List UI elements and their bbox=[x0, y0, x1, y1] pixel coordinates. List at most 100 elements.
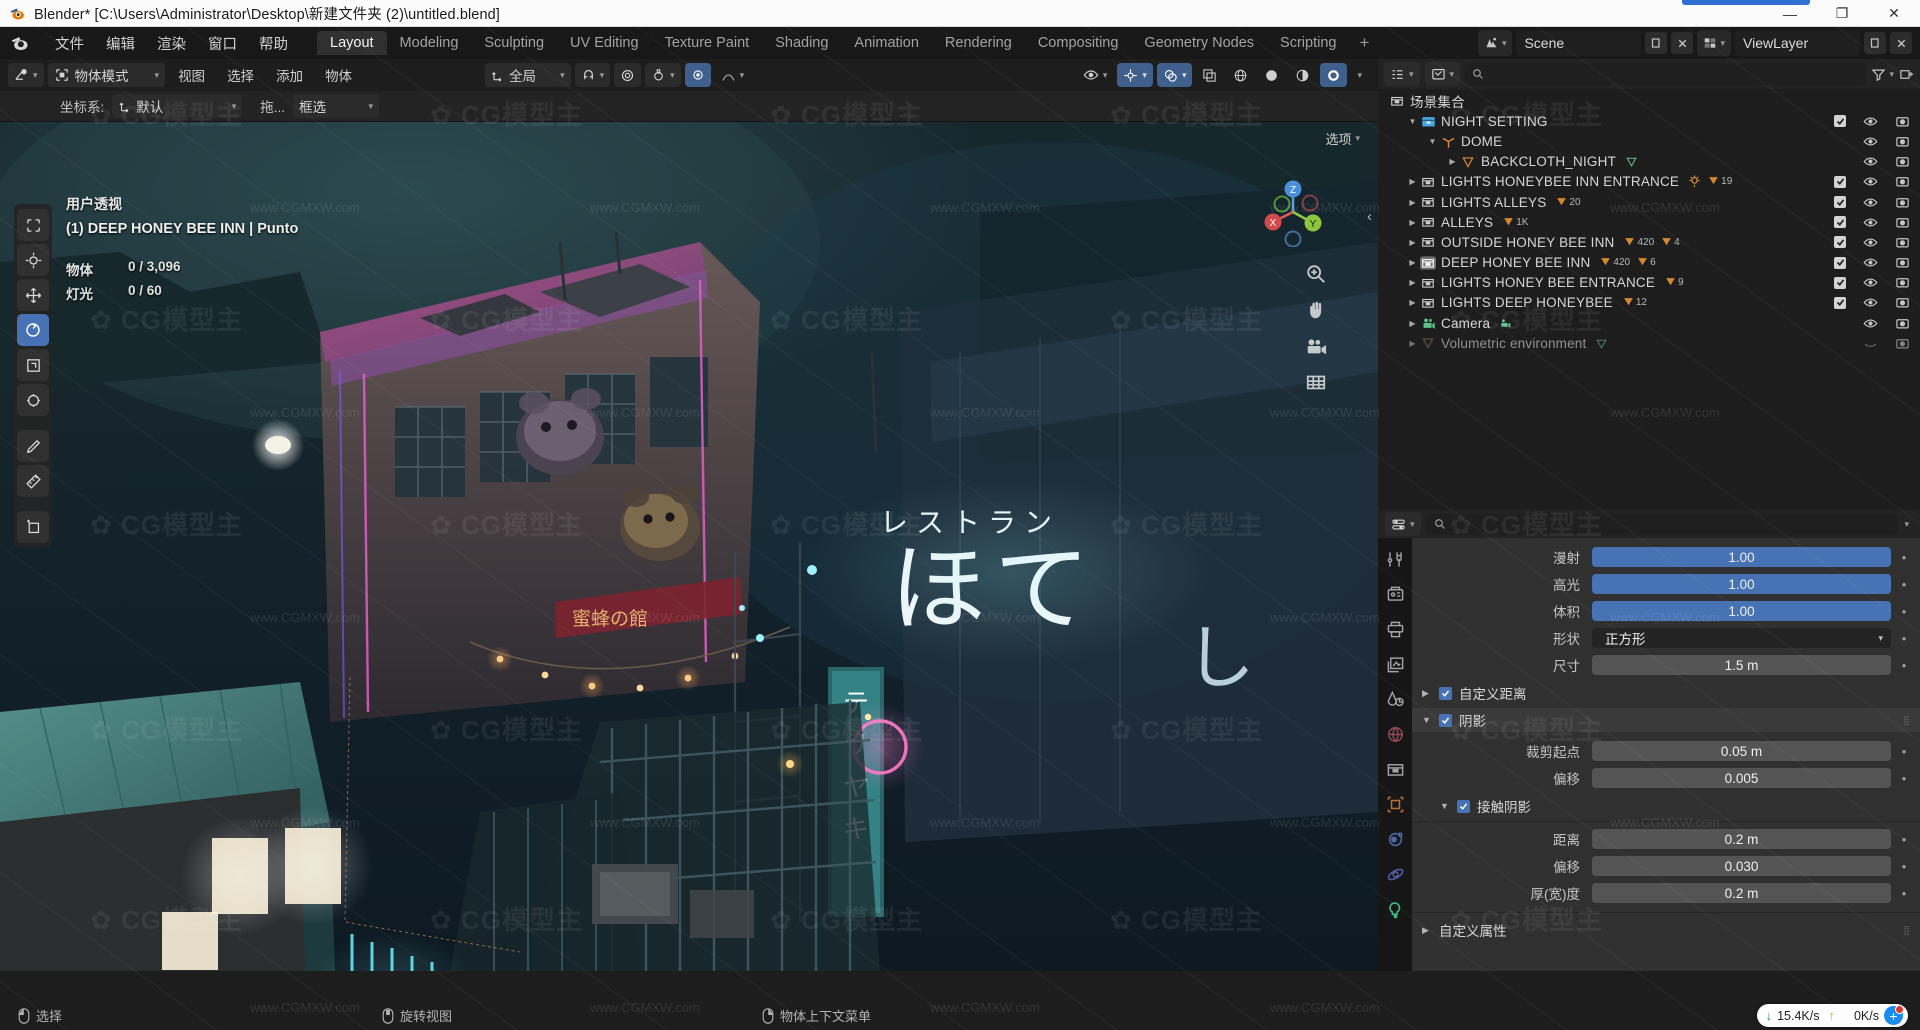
animate-property-dot-icon[interactable]: • bbox=[1898, 832, 1910, 847]
exclude-checkbox[interactable] bbox=[1834, 236, 1846, 249]
scene-browse-group[interactable]: ▾ bbox=[1477, 30, 1513, 56]
outliner-row[interactable]: ▶ LIGHTS ALLEYS 20 bbox=[1378, 192, 1920, 212]
contact-shadow-section-header[interactable]: ▼ 接触阴影 bbox=[1412, 795, 1920, 817]
viewport-options-popover[interactable]: 选项 ▾ bbox=[1325, 129, 1360, 148]
hide-in-viewport-eye-icon[interactable] bbox=[1863, 134, 1878, 149]
property-value-slider[interactable]: 1.00 bbox=[1592, 601, 1891, 621]
show-gizmo-button[interactable]: ▾ bbox=[1117, 63, 1153, 87]
custom-properties-section[interactable]: ▶ 自定义属性 ⣿ bbox=[1412, 919, 1920, 941]
outliner-display-mode[interactable]: ▾ bbox=[1424, 62, 1461, 86]
shading-rendered-button[interactable] bbox=[1320, 63, 1348, 87]
tab-tool-icon[interactable] bbox=[1384, 548, 1406, 570]
viewport-canvas[interactable]: レストラン ほて し テ リ ヤ キ 蜜蜂の館 bbox=[0, 122, 1378, 971]
outliner-row[interactable]: ▶ DEEP HONEY BEE INN 420 6 bbox=[1378, 253, 1920, 273]
exclude-checkbox[interactable] bbox=[1834, 317, 1846, 329]
disclosure-right-icon[interactable]: ▶ bbox=[1406, 319, 1419, 328]
tab-light-data-icon[interactable] bbox=[1384, 898, 1406, 920]
outliner-row[interactable]: ▶ BACKCLOTH_NIGHT bbox=[1378, 152, 1920, 172]
hide-in-viewport-eye-icon[interactable] bbox=[1863, 336, 1878, 351]
viewlayer-browse-group[interactable]: ▾ bbox=[1697, 30, 1731, 56]
tab-scene-icon[interactable] bbox=[1384, 688, 1406, 710]
editor-type-selector[interactable]: ▾ bbox=[8, 63, 44, 87]
properties-options-chevron[interactable]: ▾ bbox=[1904, 519, 1913, 530]
add-button-icon[interactable]: + bbox=[1884, 1005, 1904, 1025]
exclude-checkbox[interactable] bbox=[1834, 115, 1846, 128]
disable-in-renders-camera-icon[interactable] bbox=[1895, 215, 1910, 230]
hide-in-viewport-eye-icon[interactable] bbox=[1863, 255, 1878, 270]
tab-compositing[interactable]: Compositing bbox=[1025, 31, 1132, 55]
disclosure-right-icon[interactable]: ▶ bbox=[1446, 157, 1459, 166]
exclude-checkbox[interactable] bbox=[1834, 175, 1846, 188]
animate-property-dot-icon[interactable]: • bbox=[1898, 886, 1910, 901]
tab-output-icon[interactable] bbox=[1384, 618, 1406, 640]
tool-scale[interactable] bbox=[17, 349, 49, 381]
pan-hand-icon[interactable] bbox=[1304, 298, 1328, 322]
tool-cursor[interactable] bbox=[17, 244, 49, 276]
animate-property-dot-icon[interactable]: • bbox=[1898, 631, 1910, 646]
hide-in-viewport-eye-icon[interactable] bbox=[1863, 275, 1878, 290]
dropdown-chevron-icon[interactable]: ▾ bbox=[1878, 633, 1883, 644]
tool-tweak[interactable] bbox=[17, 209, 49, 241]
viewport-menu-add[interactable]: 添加 bbox=[267, 62, 312, 88]
hide-in-viewport-eye-icon[interactable] bbox=[1863, 114, 1878, 129]
disclosure-right-icon[interactable]: ▶ bbox=[1406, 198, 1419, 207]
tab-world-icon[interactable] bbox=[1384, 723, 1406, 745]
disable-in-renders-camera-icon[interactable] bbox=[1895, 336, 1910, 351]
tab-collection-icon[interactable] bbox=[1384, 758, 1406, 780]
disclosure-down-icon[interactable]: ▼ bbox=[1426, 137, 1439, 146]
tool-rotate[interactable] bbox=[17, 314, 49, 346]
custom-properties-triangle-icon[interactable]: ▶ bbox=[1422, 925, 1432, 936]
tab-animation[interactable]: Animation bbox=[841, 31, 931, 55]
outliner-editor-type[interactable]: ▾ bbox=[1384, 62, 1420, 86]
snap-magnet-button[interactable]: ▾ bbox=[574, 63, 611, 87]
outliner-row[interactable]: ▶ LIGHTS HONEY BEE ENTRANCE 9 bbox=[1378, 273, 1920, 293]
disable-in-renders-camera-icon[interactable] bbox=[1895, 134, 1910, 149]
unlink-scene-button[interactable] bbox=[1671, 32, 1694, 54]
shading-material-button[interactable] bbox=[1289, 63, 1316, 87]
blender-menu-icon[interactable] bbox=[10, 33, 30, 53]
maximize-button[interactable]: ❐ bbox=[1816, 0, 1868, 27]
navigation-gizmo[interactable]: Z X Y bbox=[1258, 177, 1328, 248]
properties-search-input[interactable] bbox=[1426, 513, 1899, 535]
show-overlays-button[interactable]: ▾ bbox=[1156, 63, 1193, 87]
shadow-triangle-icon[interactable]: ▼ bbox=[1422, 715, 1432, 725]
exclude-checkbox[interactable] bbox=[1834, 135, 1846, 147]
menu-help[interactable]: 帮助 bbox=[249, 30, 298, 57]
close-button[interactable]: ✕ bbox=[1868, 0, 1920, 27]
scene-name-field[interactable]: Scene bbox=[1516, 30, 1642, 56]
menu-render[interactable]: 渲染 bbox=[147, 30, 196, 57]
disclosure-down-icon[interactable]: ▼ bbox=[1406, 117, 1419, 126]
viewlayer-name-field[interactable]: ViewLayer bbox=[1735, 30, 1860, 56]
tab-viewlayer-icon[interactable] bbox=[1384, 653, 1406, 675]
sidebar-collapse-arrow[interactable]: ‹ bbox=[1367, 208, 1372, 225]
outliner-row[interactable]: ▼ NIGHT SETTING bbox=[1378, 111, 1920, 131]
outliner-root-row[interactable]: 场景集合 bbox=[1378, 91, 1920, 111]
exclude-checkbox[interactable] bbox=[1834, 156, 1846, 168]
new-viewlayer-button[interactable] bbox=[1864, 32, 1886, 54]
tab-scripting[interactable]: Scripting bbox=[1267, 31, 1349, 55]
proportional-falloff-button[interactable]: ▾ bbox=[645, 63, 681, 87]
tab-object-icon[interactable] bbox=[1384, 793, 1406, 815]
contact-shadow-triangle-icon[interactable]: ▼ bbox=[1440, 801, 1450, 811]
scene-icon[interactable]: ▾ bbox=[1478, 30, 1513, 56]
disable-in-renders-camera-icon[interactable] bbox=[1895, 255, 1910, 270]
tool-add-cube[interactable] bbox=[17, 511, 49, 543]
outliner-new-collection-button[interactable] bbox=[1899, 67, 1914, 82]
tab-texture-paint[interactable]: Texture Paint bbox=[652, 31, 763, 55]
disclosure-right-icon[interactable]: ▶ bbox=[1406, 278, 1419, 287]
outliner-row[interactable]: ▶ Volumetric environment bbox=[1378, 333, 1920, 353]
tab-render-icon[interactable] bbox=[1384, 583, 1406, 605]
exclude-checkbox[interactable] bbox=[1834, 337, 1846, 349]
exclude-checkbox[interactable] bbox=[1834, 276, 1846, 289]
ortho-perspective-icon[interactable] bbox=[1304, 370, 1328, 394]
disable-in-renders-camera-icon[interactable] bbox=[1895, 154, 1910, 169]
hide-in-viewport-eye-icon[interactable] bbox=[1863, 174, 1878, 189]
viewport-3d[interactable]: レストラン ほて し テ リ ヤ キ 蜜蜂の館 bbox=[0, 59, 1378, 971]
mode-selector[interactable]: 物体模式 ▾ bbox=[47, 63, 166, 87]
tab-shading[interactable]: Shading bbox=[762, 31, 841, 55]
remove-viewlayer-button[interactable] bbox=[1890, 32, 1912, 54]
disable-in-renders-camera-icon[interactable] bbox=[1895, 174, 1910, 189]
menu-edit[interactable]: 编辑 bbox=[96, 30, 145, 57]
animate-property-dot-icon[interactable]: • bbox=[1898, 577, 1910, 592]
property-value-dropdown[interactable]: 正方形 ▾ bbox=[1592, 628, 1891, 648]
